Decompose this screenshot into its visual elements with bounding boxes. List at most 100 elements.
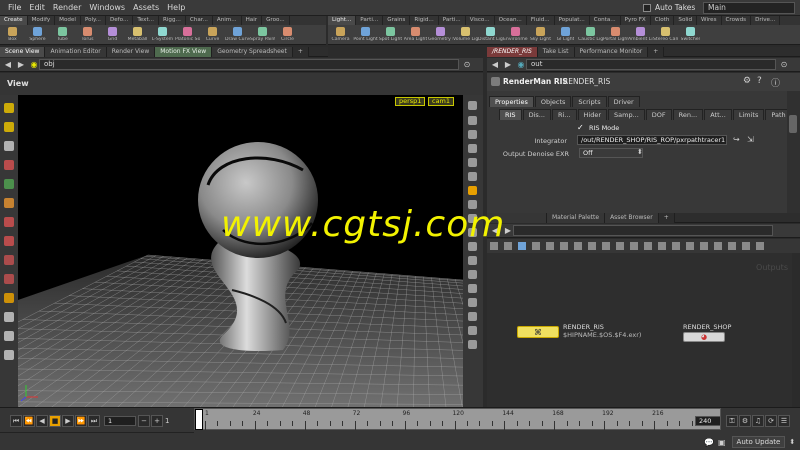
add-tab-icon[interactable]: + [648,46,665,57]
viewport-tool-icon[interactable] [4,122,14,132]
param-sub-tab[interactable]: Limits [732,109,765,120]
update-options-icon[interactable]: ⬍ [789,438,795,446]
param-sub-tab[interactable]: DOF [645,109,672,120]
increment-icon[interactable]: + [151,415,163,427]
audio-icon[interactable]: ♫ [752,415,764,427]
network-tool-icon[interactable] [700,242,708,250]
viewport-tool-icon[interactable] [4,198,14,208]
right-shelf-tool[interactable]: Switcher [678,25,703,45]
play-icon[interactable]: ▶ [62,415,74,427]
pin-icon[interactable]: ⊙ [462,60,472,70]
node-chooser-icon[interactable]: ⇲ [747,135,754,144]
left-shelf-tool[interactable]: Torus [75,25,100,45]
tab-driver[interactable]: Driver [607,96,640,107]
auto-takes-checkbox[interactable] [643,4,651,12]
viewport-tool-icon[interactable] [4,331,14,341]
tab-objects[interactable]: Objects [534,96,572,107]
network-tool-icon[interactable] [532,242,540,250]
decrement-icon[interactable]: − [138,415,150,427]
menu-edit[interactable]: Edit [29,3,45,12]
viewport-tool-icon[interactable] [4,236,14,246]
display-option-icon[interactable] [468,284,477,293]
viewport-tool-icon[interactable] [4,103,14,113]
info-icon[interactable]: ⓘ [771,76,780,89]
network-tool-icon[interactable] [588,242,596,250]
auto-takes-toggle[interactable]: Auto Takes [643,3,695,12]
scene-viewport[interactable] [18,95,463,407]
viewport-tool-icon[interactable] [4,141,14,151]
display-option-icon[interactable] [468,101,477,110]
network-tool-icon[interactable] [546,242,554,250]
param-scrollbar[interactable] [787,91,800,213]
denoise-select[interactable]: Off [579,148,643,158]
time-cursor[interactable] [195,409,203,430]
integrator-field[interactable]: /out/RENDER_SHOP/RIS_ROP/pxrpathtracer1 [577,135,727,145]
current-frame-field[interactable]: 1 [104,416,136,426]
tab-geometry-spreadsheet[interactable]: Geometry Spreadsheet [212,46,293,57]
gear-icon[interactable]: ⚙ [743,76,751,86]
tab-asset-browser[interactable]: Asset Browser [605,212,659,223]
desktop-select[interactable]: Main [703,2,795,14]
network-tool-icon[interactable] [728,242,736,250]
network-tool-icon[interactable] [672,242,680,250]
right-shelf-tool[interactable]: Stereo Cam... [653,25,678,45]
menu-assets[interactable]: Assets [133,3,159,12]
network-scrollbar[interactable] [792,253,800,408]
display-option-icon[interactable] [468,326,477,335]
ris-mode-toggle[interactable]: ✓ RIS Mode [577,123,619,132]
display-option-icon[interactable] [468,312,477,321]
display-option-icon[interactable] [468,270,477,279]
right-shelf-tool[interactable]: Environme... [503,25,528,45]
left-shelf-tool[interactable]: Grid [100,25,125,45]
right-shelf-tool[interactable]: Area Light [403,25,428,45]
param-sub-tab[interactable]: Att... [704,109,732,120]
display-option-icon[interactable] [468,172,477,181]
right-shelf-tool[interactable]: Distant Light [478,25,503,45]
param-sub-tab[interactable]: Hider [577,109,607,120]
tab-scene-view[interactable]: Scene View [0,46,46,57]
right-shelf-tool[interactable]: Point Light [353,25,378,45]
viewport-tool-icon[interactable] [4,255,14,265]
skip-end-icon[interactable]: ⏭ [88,415,100,427]
param-sub-tab[interactable]: RIS [499,109,522,120]
options-icon[interactable]: ☰ [778,415,790,427]
tab-properties[interactable]: Properties [489,96,534,107]
path-field[interactable]: obj [39,59,459,70]
right-shelf-tool[interactable]: Caustic Light [578,25,603,45]
tab-render-ris[interactable]: /RENDER_RIS [487,46,538,57]
pin-icon[interactable]: ⊙ [779,60,789,70]
network-path-field[interactable] [513,225,773,236]
help-icon[interactable]: ? [757,76,762,86]
viewport-tool-icon[interactable] [4,274,14,284]
render-ris-node[interactable]: ⌘ [517,326,559,338]
display-option-icon[interactable] [468,340,477,349]
display-option-icon[interactable] [468,158,477,167]
viewport-tool-icon[interactable] [4,160,14,170]
tab-render-view[interactable]: Render View [106,46,156,57]
add-tab-icon[interactable]: + [292,46,309,57]
right-shelf-tool[interactable]: Volume Light [453,25,478,45]
left-shelf-tool[interactable]: Curve [200,25,225,45]
tab-take-list[interactable]: Take List [537,46,575,57]
skip-start-icon[interactable]: ⏮ [10,415,22,427]
menu-file[interactable]: File [8,3,21,12]
left-shelf-tool[interactable]: Sphere [25,25,50,45]
network-tool-icon[interactable] [560,242,568,250]
add-tab-icon[interactable]: + [658,212,675,223]
tab-performance-monitor[interactable]: Performance Monitor [574,46,649,57]
key-icon[interactable]: ⚿ [726,415,738,427]
display-option-icon[interactable] [468,256,477,265]
network-tool-icon[interactable] [602,242,610,250]
network-tool-icon[interactable] [686,242,694,250]
persp-camera-menu[interactable]: persp1 [395,97,426,106]
step-forward-icon[interactable]: ⏩ [75,415,87,427]
forward-arrow-icon[interactable]: ▶ [503,60,513,70]
network-tool-icon[interactable] [714,242,722,250]
jump-arrow-icon[interactable]: ↪ [733,135,740,144]
display-option-icon[interactable] [468,130,477,139]
param-sub-tab[interactable]: Dis... [522,109,551,120]
network-tool-icon[interactable] [644,242,652,250]
network-tool-icon[interactable] [658,242,666,250]
menu-render[interactable]: Render [53,3,81,12]
cam-menu[interactable]: cam1 [428,97,455,106]
